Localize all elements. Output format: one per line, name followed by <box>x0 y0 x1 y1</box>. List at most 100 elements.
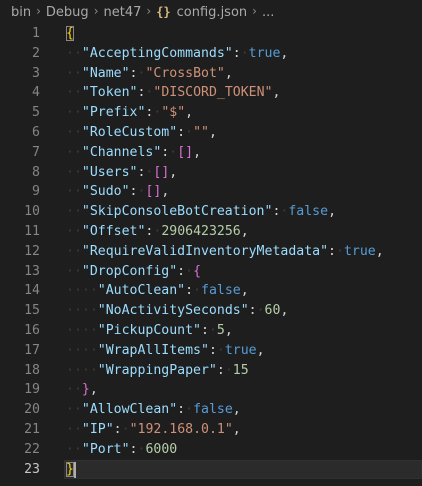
open-brace: { <box>66 26 74 41</box>
comma: , <box>193 144 202 160</box>
colon: : <box>177 263 186 279</box>
line-number: 3 <box>32 65 40 81</box>
line-number: 19 <box>24 382 40 398</box>
indent-guide: ·· <box>66 382 82 398</box>
code-line[interactable]: 20 ··"AllowClean":·false, <box>0 400 422 420</box>
indent-guide: ·· <box>66 45 82 61</box>
indent-guide: ·· <box>66 124 82 140</box>
colon: : <box>113 421 122 437</box>
line-number: 11 <box>24 223 40 239</box>
text-cursor <box>74 461 76 478</box>
indent-guide: ·· <box>66 441 82 457</box>
code-content: ··}, <box>66 380 98 400</box>
code-line[interactable]: 14 ····"AutoClean":·false, <box>0 281 422 301</box>
code-content: ····"PickupCount":·5, <box>66 321 233 341</box>
comma: , <box>280 45 289 61</box>
indent-guide: ·· <box>66 263 82 279</box>
indent-guide: ·· <box>81 283 98 299</box>
breadcrumb-item-debug[interactable]: Debug <box>46 5 89 20</box>
json-value: "$" <box>161 105 186 121</box>
code-line[interactable]: 21 ··"IP":·"192.168.0.1", <box>0 420 422 440</box>
code-line[interactable]: 19 ··}, <box>0 380 422 400</box>
json-key: "SkipConsoleBotCreation" <box>81 204 273 220</box>
code-line[interactable]: 13 ··"DropConfig":·{ <box>0 262 422 282</box>
code-line[interactable]: 15 ····"NoActivitySeconds":·60, <box>0 301 422 321</box>
code-line[interactable]: 18 ····"WrappingPaper":·15 <box>0 361 422 381</box>
code-content: ····"WrappingPaper":·15 <box>66 361 249 381</box>
line-number: 18 <box>24 362 40 378</box>
colon: : <box>232 45 241 61</box>
indent-guide: ·· <box>81 362 98 378</box>
json-value: true <box>224 342 257 358</box>
colon: : <box>208 342 217 358</box>
breadcrumb-item-more[interactable]: ... <box>262 5 274 20</box>
json-key: "RoleCustom" <box>81 124 178 140</box>
vscode-window: bin › Debug › net47 › {} config.json › .… <box>0 0 422 486</box>
code-content: ··"AllowClean":·false, <box>66 400 241 420</box>
colon: : <box>248 303 257 319</box>
code-line[interactable]: 11 ··"Offset":·2906423256, <box>0 222 422 242</box>
line-number: 12 <box>24 243 40 259</box>
breadcrumb-item-file[interactable]: config.json <box>177 5 248 20</box>
whitespace-dot: · <box>185 263 194 279</box>
json-value: true <box>248 45 281 61</box>
code-line[interactable]: 17 ····"WrapAllItems":·true, <box>0 341 422 361</box>
code-line[interactable]: 1{ <box>0 24 422 44</box>
whitespace-dot: · <box>185 402 194 418</box>
code-line[interactable]: 5 ··"Prefix":·"$", <box>0 103 422 123</box>
colon: : <box>177 402 186 418</box>
json-key: "Channels" <box>81 144 162 160</box>
json-value: 6000 <box>145 441 178 457</box>
json-value: { <box>193 263 202 279</box>
code-content: } <box>66 460 74 480</box>
code-line[interactable]: 8 ··"Users":·[], <box>0 163 422 183</box>
json-key: "Users" <box>81 164 138 180</box>
json-key: "WrapAllItems" <box>97 342 209 358</box>
code-line[interactable]: 12 ··"RequireValidInventoryMetadata":·tru… <box>0 242 422 262</box>
line-number: 2 <box>32 45 40 61</box>
json-value: 60 <box>264 303 281 319</box>
code-line[interactable]: 2 ··"AcceptingCommands":·true, <box>0 44 422 64</box>
comma: , <box>232 421 241 437</box>
code-line[interactable]: 9 ··"Sudo":·[], <box>0 182 422 202</box>
code-line[interactable]: 10 ··"SkipConsoleBotCreation":·false, <box>0 202 422 222</box>
json-file-icon: {} <box>156 5 171 19</box>
code-content: ··"Channels":·[], <box>66 143 201 163</box>
colon: : <box>185 283 194 299</box>
code-line[interactable]: 6 ··"RoleCustom":·"", <box>0 123 422 143</box>
line-number: 4 <box>32 85 40 101</box>
breadcrumb-item-net47[interactable]: net47 <box>104 5 142 20</box>
json-key: "Token" <box>81 85 138 101</box>
line-number: 13 <box>24 263 40 279</box>
json-key: "WrappingPaper" <box>97 362 217 378</box>
colon: : <box>177 124 186 140</box>
code-line[interactable]: 23} <box>0 459 422 480</box>
chevron-right-icon: › <box>36 4 41 18</box>
code-content: ··"Name":·"CrossBot", <box>66 64 233 84</box>
colon: : <box>216 362 225 378</box>
code-editor[interactable]: 1{2 ··"AcceptingCommands":·true, 3 ··"Name"… <box>0 24 422 486</box>
code-line[interactable]: 3 ··"Name":·"CrossBot", <box>0 64 422 84</box>
breadcrumb-item-bin[interactable]: bin <box>11 5 31 20</box>
json-value: 15 <box>232 362 249 378</box>
json-value: "CrossBot" <box>145 65 225 81</box>
comma: , <box>280 303 289 319</box>
json-key: "PickupCount" <box>97 322 201 338</box>
indent-guide: ·· <box>66 65 82 81</box>
indent-guide: ·· <box>66 402 82 418</box>
indent-guide: ·· <box>66 322 82 338</box>
indent-guide: ·· <box>66 204 82 220</box>
whitespace-dot: · <box>169 144 178 160</box>
json-key: "RequireValidInventoryMetadata" <box>81 243 329 259</box>
indent-guide: ·· <box>66 105 82 121</box>
code-line[interactable]: 4 ··"Token":·"DISCORD_TOKEN", <box>0 83 422 103</box>
code-line[interactable]: 7 ··"Channels":·[], <box>0 143 422 163</box>
json-key: "Port" <box>81 441 130 457</box>
line-number: 9 <box>32 184 40 200</box>
code-line[interactable]: 16 ····"PickupCount":·5, <box>0 321 422 341</box>
code-line[interactable]: 22 ··"Port":·6000 <box>0 440 422 460</box>
json-key: "Sudo" <box>81 184 130 200</box>
json-key: "Name" <box>81 65 130 81</box>
code-content: ··"IP":·"192.168.0.1", <box>66 420 241 440</box>
whitespace-dot: · <box>216 342 225 358</box>
